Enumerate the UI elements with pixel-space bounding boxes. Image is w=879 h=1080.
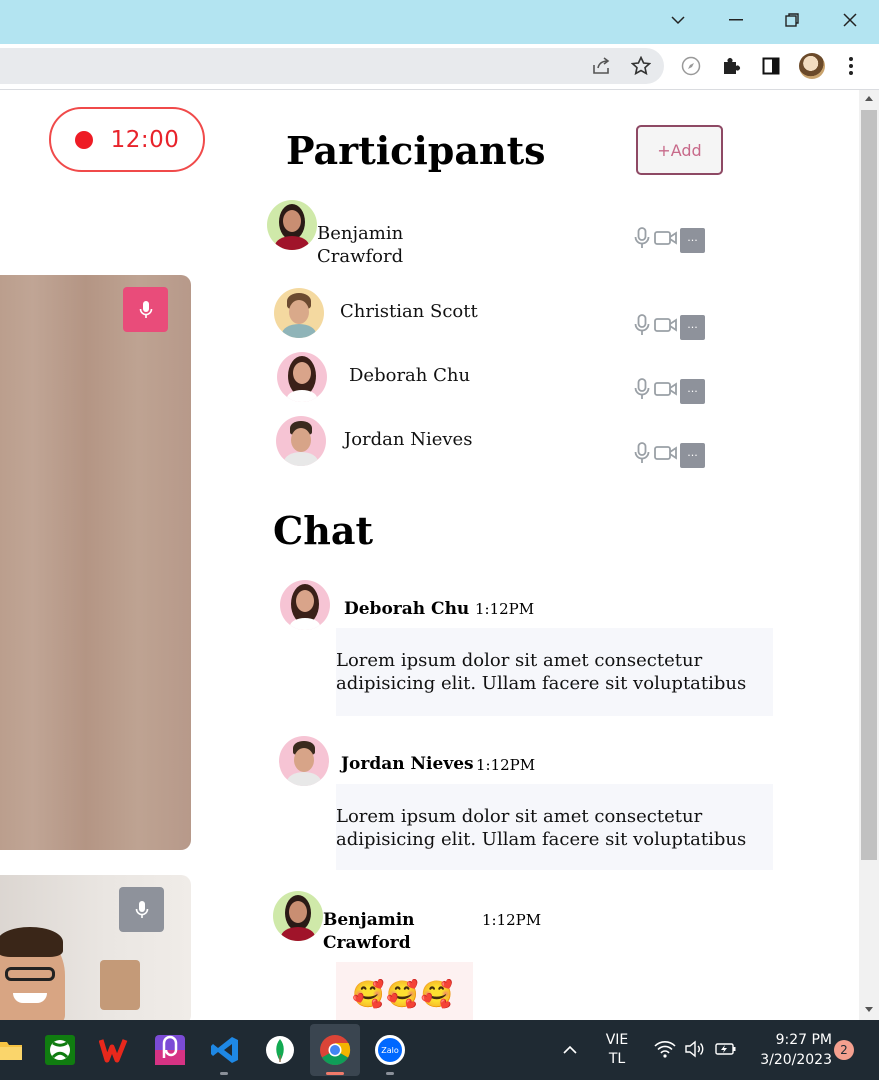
mic-icon[interactable] [632, 313, 652, 341]
mongodb-icon[interactable] [260, 1030, 300, 1070]
participant-controls: ··· [632, 226, 705, 254]
photo-app-icon[interactable] [150, 1030, 190, 1070]
record-dot-icon [74, 130, 93, 149]
browser-toolbar [0, 44, 879, 90]
avatar [277, 352, 327, 402]
avatar [267, 200, 317, 250]
chat-message: Lorem ipsum dolor sit amet consectetur a… [336, 628, 773, 716]
participant-name: Christian Scott [340, 301, 478, 322]
wifi-icon[interactable] [654, 1040, 676, 1062]
avatar [273, 891, 323, 941]
video-tile-main [0, 275, 191, 850]
profile-avatar[interactable] [797, 51, 827, 81]
xbox-icon[interactable] [40, 1030, 80, 1070]
chat-author: Deborah Chu [344, 599, 470, 619]
windows-taskbar: Zalo VIE TL 9:27 PM 3/20/2023 2 [0, 1020, 879, 1080]
menu-icon[interactable] [836, 51, 866, 81]
notification-badge[interactable]: 2 [834, 1040, 854, 1060]
vscode-icon[interactable] [205, 1030, 245, 1070]
restore-button[interactable] [764, 0, 820, 40]
scrollbar-thumb[interactable] [861, 110, 877, 860]
chat-emoji-message: 🥰🥰🥰 [336, 962, 473, 1020]
more-options-button[interactable]: ··· [680, 442, 705, 468]
mic-active-button[interactable] [123, 287, 168, 332]
language-line1: VIE [605, 1032, 629, 1048]
participant-name: Benjamin Crawford [317, 223, 404, 267]
puzzle-icon[interactable] [716, 51, 746, 81]
mic-icon [139, 300, 152, 318]
background-chair [100, 960, 140, 1010]
avatar [279, 736, 329, 786]
participant-name: Deborah Chu [349, 365, 471, 386]
running-indicator [386, 1072, 394, 1075]
zalo-label: Zalo [381, 1045, 399, 1055]
star-icon[interactable] [626, 51, 656, 81]
chat-author: Benjamin Crawford [323, 910, 415, 953]
tab-list-chevron-icon[interactable] [650, 0, 706, 40]
chat-title: Chat [273, 508, 374, 553]
video-camera-icon[interactable] [654, 229, 678, 251]
close-button[interactable] [822, 0, 878, 40]
system-clock[interactable]: 9:27 PM 3/20/2023 [752, 1030, 832, 1070]
chat-timestamp: 1:12PM [476, 756, 536, 774]
participant-controls: ··· [632, 377, 705, 405]
wps-office-icon[interactable] [95, 1030, 135, 1070]
video-camera-icon[interactable] [654, 316, 678, 338]
chat-author: Jordan Nieves [341, 754, 474, 774]
participant-controls: ··· [632, 441, 705, 469]
show-hidden-icons-chevron-icon[interactable] [550, 1030, 590, 1070]
chat-timestamp: 1:12PM [482, 911, 542, 929]
page-content: 12:00 Participants +Add Benjamin Crawfor… [0, 90, 859, 1020]
mic-icon [135, 900, 148, 918]
share-icon[interactable] [587, 51, 617, 81]
recording-timer[interactable]: 12:00 [49, 107, 205, 172]
address-bar[interactable] [0, 48, 664, 84]
compass-icon[interactable] [676, 51, 706, 81]
scroll-up-arrow-icon [865, 96, 873, 101]
more-options-button[interactable]: ··· [680, 227, 705, 253]
clock-date: 3/20/2023 [760, 1052, 832, 1068]
chat-message: Lorem ipsum dolor sit amet consectetur a… [336, 784, 773, 870]
file-explorer-icon[interactable] [0, 1030, 30, 1070]
participant-controls: ··· [632, 313, 705, 341]
volume-icon[interactable] [684, 1040, 706, 1062]
browser-titlebar [0, 0, 879, 44]
participant-name: Jordan Nieves [344, 429, 473, 450]
video-camera-icon[interactable] [654, 380, 678, 402]
battery-charging-icon[interactable] [714, 1040, 738, 1062]
person-face-image [0, 927, 65, 1020]
sidepanel-icon[interactable] [756, 51, 786, 81]
video-camera-icon[interactable] [654, 444, 678, 466]
language-line2: TL [608, 1051, 626, 1067]
zalo-icon[interactable]: Zalo [370, 1030, 410, 1070]
mic-icon[interactable] [632, 441, 652, 469]
input-language-indicator[interactable]: VIE TL [600, 1031, 634, 1069]
add-participant-button[interactable]: +Add [636, 125, 723, 175]
avatar [274, 288, 324, 338]
mic-icon[interactable] [632, 377, 652, 405]
more-options-button[interactable]: ··· [680, 378, 705, 404]
minimize-button[interactable] [708, 0, 764, 40]
avatar [276, 416, 326, 466]
mic-idle-button[interactable] [119, 887, 164, 932]
avatar [280, 580, 330, 630]
participants-title: Participants [286, 128, 546, 173]
active-indicator [326, 1072, 344, 1075]
clock-time: 9:27 PM [775, 1032, 832, 1048]
chrome-icon[interactable] [315, 1030, 355, 1070]
mic-icon[interactable] [632, 226, 652, 254]
chat-timestamp: 1:12PM [475, 600, 535, 618]
more-options-button[interactable]: ··· [680, 314, 705, 340]
recording-time: 12:00 [110, 126, 180, 153]
video-tile-secondary [0, 875, 191, 1020]
running-indicator [220, 1072, 228, 1075]
scroll-down-arrow-icon [865, 1007, 873, 1012]
